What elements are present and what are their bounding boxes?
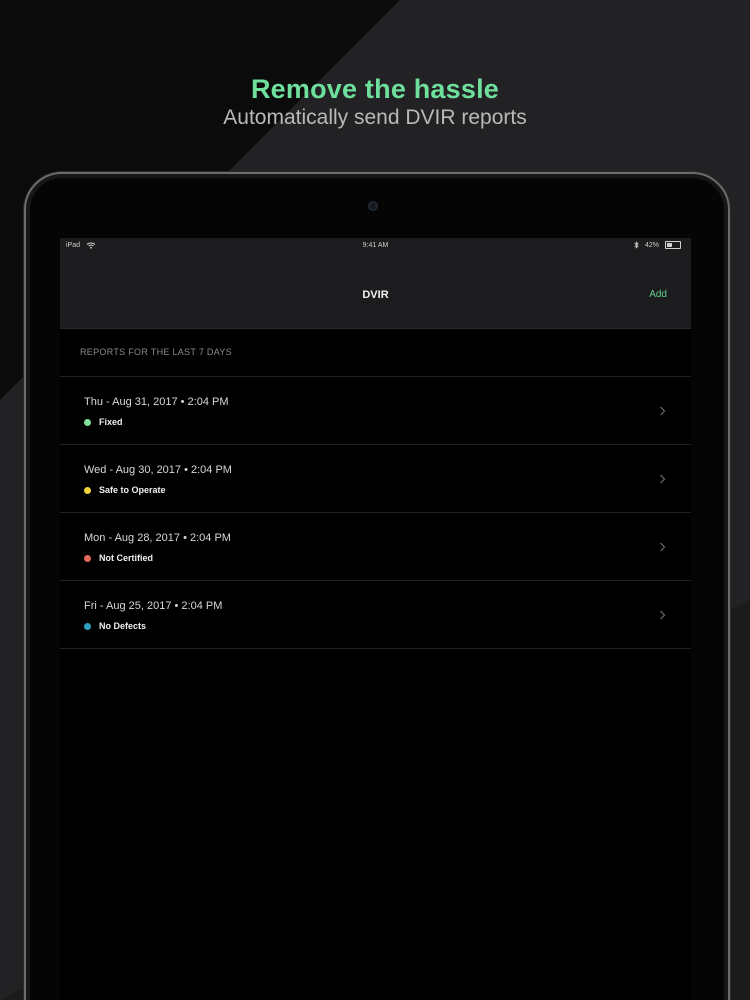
- app-screen: iPad 9:41 AM 42% DVIR Add REPORTS FOR TH…: [60, 238, 691, 1000]
- battery-fill: [667, 243, 673, 247]
- status-dot: [84, 622, 91, 630]
- status-dot: [84, 418, 91, 426]
- report-row[interactable]: Mon - Aug 28, 2017 • 2:04 PM Not Certifi…: [60, 513, 691, 581]
- marketing-headline: Remove the hassle: [250, 74, 499, 104]
- report-list: Thu - Aug 31, 2017 • 2:04 PM Fixed Wed -…: [60, 376, 691, 649]
- report-date: Thu - Aug 31, 2017 • 2:04 PM: [84, 396, 229, 408]
- battery-icon: [665, 241, 681, 249]
- report-row[interactable]: Fri - Aug 25, 2017 • 2:04 PM No Defects: [60, 581, 691, 649]
- add-button[interactable]: Add: [649, 289, 667, 300]
- section-header: REPORTS FOR THE LAST 7 DAYS: [80, 347, 232, 357]
- report-date: Wed - Aug 30, 2017 • 2:04 PM: [84, 464, 232, 476]
- app-store-screenshot: Remove the hassle Automatically send DVI…: [0, 0, 750, 1000]
- chevron-right-icon: [660, 406, 666, 416]
- chevron-right-icon: [660, 474, 666, 484]
- report-status: Fixed: [99, 417, 123, 427]
- report-date: Mon - Aug 28, 2017 • 2:04 PM: [84, 532, 231, 544]
- battery-percent: 42%: [644, 241, 659, 249]
- report-row[interactable]: Wed - Aug 30, 2017 • 2:04 PM Safe to Ope…: [60, 445, 691, 513]
- status-bar: iPad 9:41 AM 42%: [60, 238, 691, 254]
- camera-icon: [368, 201, 378, 211]
- report-date: Fri - Aug 25, 2017 • 2:04 PM: [84, 600, 223, 612]
- report-status: Not Certified: [99, 553, 153, 563]
- marketing-subline: Automatically send DVIR reports: [223, 106, 527, 129]
- status-dot: [84, 486, 91, 494]
- status-dot: [84, 554, 91, 562]
- bluetooth-icon: [634, 241, 639, 249]
- report-status: No Defects: [99, 621, 147, 631]
- chevron-right-icon: [660, 610, 666, 620]
- report-status: Safe to Operate: [99, 485, 166, 495]
- chevron-right-icon: [660, 542, 666, 552]
- status-time: 9:41 AM: [362, 242, 389, 249]
- report-row[interactable]: Thu - Aug 31, 2017 • 2:04 PM Fixed: [60, 377, 691, 445]
- navigation-bar: DVIR Add: [60, 254, 691, 329]
- page-title: DVIR: [362, 289, 389, 301]
